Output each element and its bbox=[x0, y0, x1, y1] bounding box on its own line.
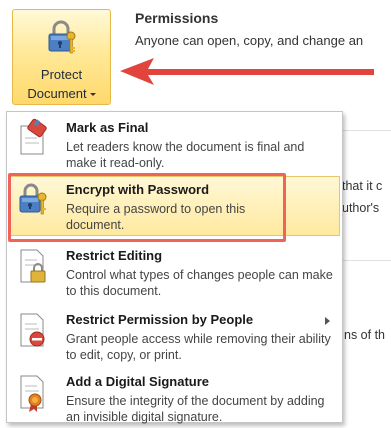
permissions-description: Anyone can open, copy, and change an bbox=[135, 33, 364, 48]
lock-key-icon bbox=[48, 20, 76, 54]
menu-item-title: Add a Digital Signature bbox=[66, 374, 210, 389]
protect-label-line2: Document bbox=[13, 86, 110, 101]
menu-item-description: Ensure the integrity of the document by … bbox=[66, 394, 325, 424]
document-restrict-icon bbox=[20, 313, 45, 347]
background-text: that it c bbox=[342, 179, 383, 193]
divider bbox=[343, 260, 391, 261]
menu-item-mark-as-final[interactable]: Mark as Final Let readers know the docum… bbox=[7, 112, 342, 172]
chevron-down-icon bbox=[89, 93, 96, 97]
protect-document-menu: Mark as Final Let readers know the docum… bbox=[6, 111, 343, 426]
protect-document-button[interactable]: Protect Document bbox=[12, 9, 111, 105]
menu-item-description: Let readers know the document is final a… bbox=[66, 140, 305, 170]
document-final-icon bbox=[20, 118, 47, 155]
annotation-highlight-box bbox=[8, 173, 286, 242]
menu-item-add-digital-signature[interactable]: Add a Digital Signature Ensure the integ… bbox=[7, 366, 342, 426]
background-text: uthor's bbox=[342, 201, 380, 215]
protect-label-line1: Protect bbox=[40, 67, 83, 82]
menu-item-description: Grant people access while removing their… bbox=[66, 332, 331, 362]
menu-item-title: Restrict Editing bbox=[66, 248, 163, 263]
menu-item-title: Restrict Permission by People bbox=[66, 312, 254, 327]
menu-item-description: Control what types of changes people can… bbox=[66, 268, 333, 298]
divider bbox=[343, 130, 391, 131]
permissions-title: Permissions bbox=[135, 10, 219, 26]
menu-item-restrict-permission-by-people[interactable]: Restrict Permission by People Grant peop… bbox=[7, 304, 342, 364]
document-ribbon-icon bbox=[20, 375, 44, 412]
background-text: ns of th bbox=[344, 328, 385, 342]
menu-item-restrict-editing[interactable]: Restrict Editing Control what types of c… bbox=[7, 240, 342, 300]
document-lock-icon bbox=[20, 249, 46, 283]
submenu-arrow-icon bbox=[325, 317, 330, 325]
menu-item-title: Mark as Final bbox=[66, 120, 149, 135]
annotation-arrow-icon bbox=[120, 58, 374, 85]
